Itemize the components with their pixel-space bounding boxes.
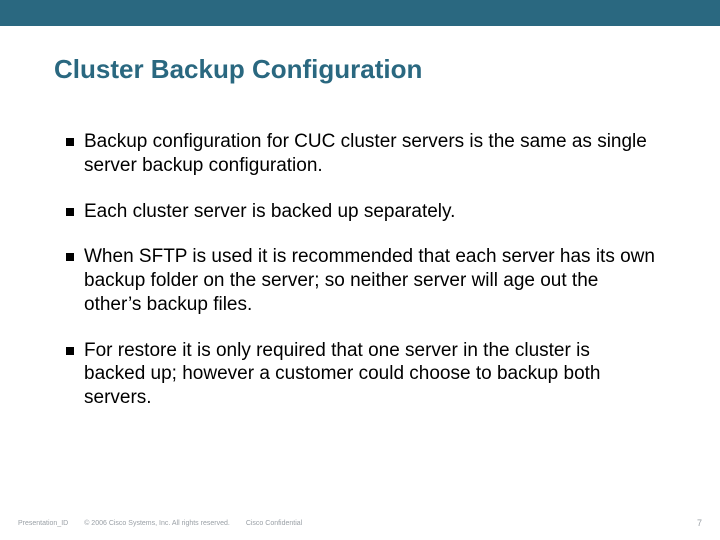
footer-copyright: © 2006 Cisco Systems, Inc. All rights re… xyxy=(84,520,230,527)
bullet-item: Backup configuration for CUC cluster ser… xyxy=(66,130,656,178)
slide-footer: Presentation_ID © 2006 Cisco Systems, In… xyxy=(18,518,702,528)
bullet-item: For restore it is only required that one… xyxy=(66,339,656,410)
square-bullet-icon xyxy=(66,347,74,355)
bullet-item: Each cluster server is backed up separat… xyxy=(66,200,656,224)
bullet-text: When SFTP is used it is recommended that… xyxy=(84,245,656,316)
footer-confidential: Cisco Confidential xyxy=(246,520,302,527)
square-bullet-icon xyxy=(66,208,74,216)
slide-title: Cluster Backup Configuration xyxy=(54,54,422,85)
footer-page-number: 7 xyxy=(697,518,702,528)
bullet-text: Each cluster server is backed up separat… xyxy=(84,200,455,224)
bullet-item: When SFTP is used it is recommended that… xyxy=(66,245,656,316)
square-bullet-icon xyxy=(66,253,74,261)
square-bullet-icon xyxy=(66,138,74,146)
bullet-text: Backup configuration for CUC cluster ser… xyxy=(84,130,656,178)
top-accent-bar xyxy=(0,0,720,26)
slide-body: Backup configuration for CUC cluster ser… xyxy=(66,130,656,432)
footer-presentation-id: Presentation_ID xyxy=(18,520,68,527)
bullet-text: For restore it is only required that one… xyxy=(84,339,656,410)
